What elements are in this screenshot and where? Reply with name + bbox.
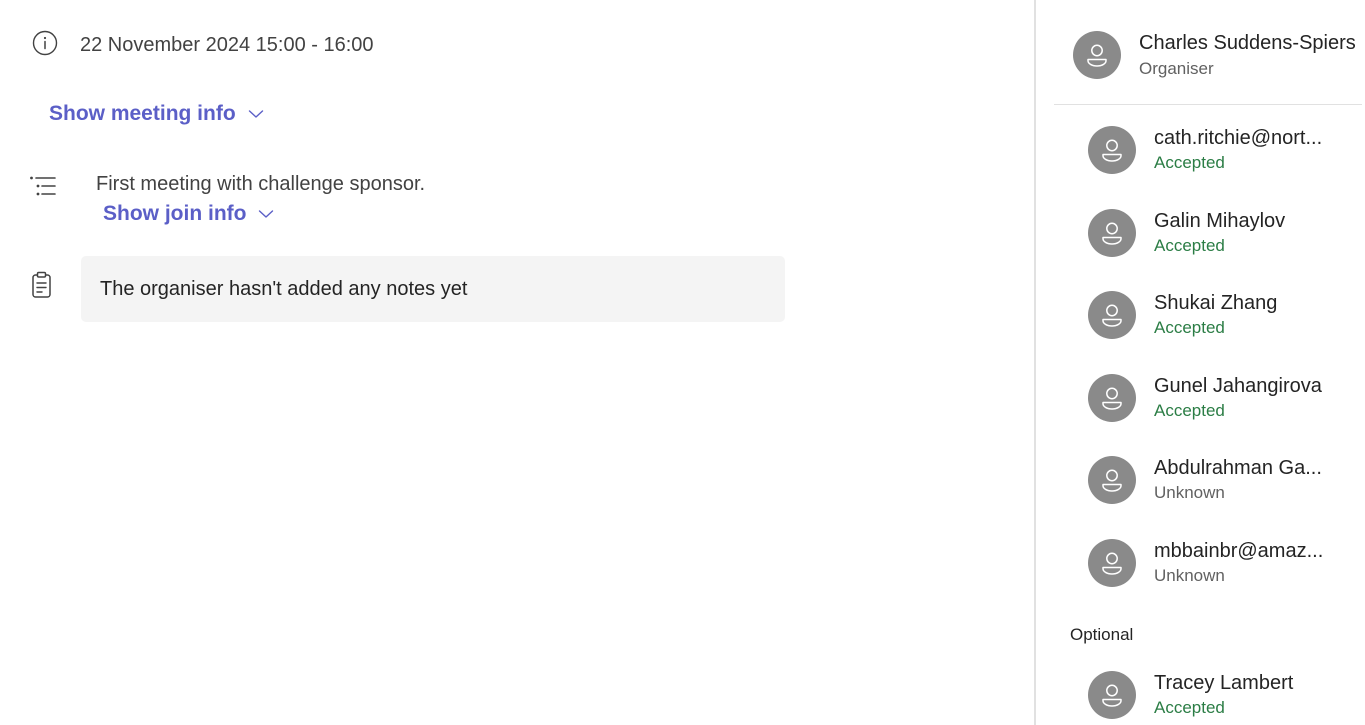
attendee-item[interactable]: Galin Mihaylov Accepted [1088, 209, 1334, 257]
optional-section-label: Optional [1070, 625, 1134, 644]
attendee-status: Unknown [1154, 566, 1225, 585]
attendee-status: Accepted [1154, 698, 1225, 717]
attendee-item[interactable]: mbbainbr@amaz... Unknown [1088, 539, 1334, 587]
attendee-item[interactable]: cath.ritchie@nort... Accepted [1088, 126, 1334, 174]
person-icon [1102, 387, 1122, 410]
avatar [1073, 31, 1121, 79]
meeting-date-time: 22 November 2024 15:00 - 16:00 [80, 34, 374, 56]
chevron-down-icon [258, 209, 274, 219]
attendee-name: cath.ritchie@nort... [1154, 127, 1323, 149]
person-icon [1102, 684, 1122, 707]
attendee-name: Abdulrahman Ga... [1154, 457, 1322, 479]
attendee-item[interactable]: Gunel Jahangirova Accepted [1088, 374, 1334, 422]
organiser-divider [1054, 104, 1362, 105]
attendee-name: Tracey Lambert [1154, 672, 1294, 694]
avatar [1088, 456, 1136, 504]
person-icon [1102, 552, 1122, 575]
show-meeting-info-label: Show meeting info [49, 102, 236, 125]
date-row: 22 November 2024 15:00 - 16:00 [32, 30, 374, 61]
person-icon [1102, 139, 1122, 162]
show-meeting-info-button[interactable]: Show meeting info [49, 102, 264, 126]
avatar [1088, 209, 1136, 257]
chevron-down-icon [248, 109, 264, 119]
organiser-item[interactable]: Charles Suddens-Spiers Organiser [1073, 31, 1356, 79]
meeting-details-page: 22 November 2024 15:00 - 16:00 Show meet… [0, 0, 1365, 725]
avatar [1088, 291, 1136, 339]
show-join-info-label: Show join info [103, 202, 247, 225]
attendee-item[interactable]: Tracey Lambert Accepted [1088, 671, 1334, 719]
person-icon [1087, 44, 1107, 67]
attendee-name: Gunel Jahangirova [1154, 375, 1322, 397]
notes-panel: The organiser hasn't added any notes yet [81, 256, 785, 322]
info-icon [32, 30, 58, 61]
text-description-icon [29, 175, 57, 202]
person-icon [1102, 469, 1122, 492]
attendee-item[interactable]: Shukai Zhang Accepted [1088, 291, 1334, 339]
attendee-status: Accepted [1154, 318, 1225, 337]
meeting-main-panel: 22 November 2024 15:00 - 16:00 Show meet… [0, 0, 1034, 725]
meeting-description: First meeting with challenge sponsor. [96, 173, 426, 195]
avatar [1088, 126, 1136, 174]
person-icon [1102, 304, 1122, 327]
show-join-info-button[interactable]: Show join info [103, 202, 274, 226]
attendee-name: Galin Mihaylov [1154, 210, 1286, 232]
attendee-item[interactable]: Abdulrahman Ga... Unknown [1088, 456, 1334, 504]
avatar [1088, 374, 1136, 422]
notes-icon [30, 271, 54, 304]
organiser-name: Charles Suddens-Spiers [1139, 31, 1356, 54]
attendee-status: Accepted [1154, 401, 1225, 420]
avatar [1088, 671, 1136, 719]
organiser-role: Organiser [1139, 58, 1214, 78]
avatar [1088, 539, 1136, 587]
attendees-panel: Charles Suddens-Spiers Organiser cath.ri… [1036, 0, 1365, 725]
attendee-status: Unknown [1154, 483, 1225, 502]
attendee-name: Shukai Zhang [1154, 292, 1278, 314]
person-icon [1102, 222, 1122, 245]
notes-empty-message: The organiser hasn't added any notes yet [100, 277, 468, 300]
attendee-status: Accepted [1154, 153, 1225, 172]
attendee-status: Accepted [1154, 236, 1225, 255]
attendee-name: mbbainbr@amaz... [1154, 540, 1324, 562]
